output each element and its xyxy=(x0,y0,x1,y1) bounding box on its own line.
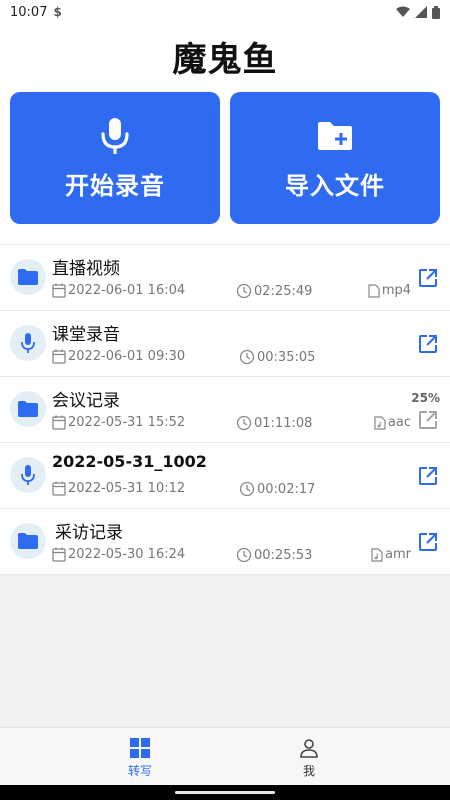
file-duration: 00:35:05 xyxy=(239,349,315,365)
file-format: amr xyxy=(371,547,411,562)
file-list: 直播视频 2022-06-01 16:04 02:25:49 mp4 课堂录音 … xyxy=(0,244,450,575)
external-link-icon xyxy=(419,533,437,551)
file-duration: 00:02:17 xyxy=(239,481,315,497)
file-date-text: 2022-06-01 09:30 xyxy=(68,349,186,364)
bottom-nav: 转写 我 xyxy=(0,727,450,785)
file-title: 课堂录音 xyxy=(52,325,120,345)
file-duration: 01:11:08 xyxy=(236,415,312,431)
audio-file-icon xyxy=(374,415,386,430)
list-item[interactable]: 课堂录音 2022-06-01 09:30 00:35:05 xyxy=(0,311,450,377)
status-icons xyxy=(396,5,440,19)
file-title: 会议记录 xyxy=(52,391,120,411)
tab-transcribe-label: 转写 xyxy=(127,764,152,778)
person-icon xyxy=(300,739,318,758)
microphone-icon xyxy=(100,116,130,156)
start-recording-button[interactable]: 开始录音 xyxy=(10,92,220,224)
file-date: 2022-06-01 16:04 xyxy=(52,283,185,298)
home-indicator[interactable] xyxy=(175,791,275,794)
file-date: 2022-05-30 16:24 xyxy=(52,547,185,562)
file-duration-text: 01:11:08 xyxy=(254,415,313,431)
clock-icon xyxy=(236,283,252,299)
external-link-icon xyxy=(419,411,437,429)
folder-icon xyxy=(10,523,46,559)
clock-icon xyxy=(239,349,255,365)
audio-file-icon xyxy=(371,547,383,562)
file-duration-text: 02:25:49 xyxy=(254,283,313,299)
folder-icon xyxy=(10,391,46,427)
external-link-icon xyxy=(419,335,437,353)
file-date-text: 2022-05-31 10:12 xyxy=(68,481,186,496)
file-date-text: 2022-05-30 16:24 xyxy=(68,547,186,562)
open-external-button[interactable] xyxy=(417,409,439,431)
file-duration-text: 00:35:05 xyxy=(257,349,316,365)
file-date: 2022-06-01 09:30 xyxy=(52,349,185,364)
clock-icon xyxy=(239,481,255,497)
folder-add-icon xyxy=(317,116,353,156)
calendar-icon xyxy=(52,415,66,430)
import-file-label: 导入文件 xyxy=(285,171,385,200)
list-item[interactable]: 直播视频 2022-06-01 16:04 02:25:49 mp4 xyxy=(0,245,450,311)
file-date: 2022-05-31 15:52 xyxy=(52,415,185,430)
gesture-area xyxy=(0,785,450,800)
list-item[interactable]: 采访记录 2022-05-30 16:24 00:25:53 amr xyxy=(0,509,450,575)
grid-icon xyxy=(130,738,150,758)
file-date-text: 2022-06-01 16:04 xyxy=(68,283,186,298)
s-icon: $ xyxy=(53,5,62,19)
tab-transcribe[interactable]: 转写 xyxy=(110,738,170,779)
wifi-icon xyxy=(396,6,410,17)
microphone-icon xyxy=(10,457,46,493)
progress-percent: 25% xyxy=(411,391,440,405)
clock-icon xyxy=(236,415,252,431)
file-date-text: 2022-05-31 15:52 xyxy=(68,415,186,430)
external-link-icon xyxy=(419,467,437,485)
file-title: 2022-05-31_1002 xyxy=(52,452,207,471)
open-external-button[interactable] xyxy=(417,531,439,553)
file-duration: 00:25:53 xyxy=(236,547,312,563)
microphone-icon xyxy=(10,325,46,361)
app-title: 魔鬼鱼 xyxy=(172,40,278,80)
tab-me-label: 我 xyxy=(302,764,315,778)
open-external-button[interactable] xyxy=(417,465,439,487)
open-external-button[interactable] xyxy=(417,333,439,355)
status-bar: 10:07 $ xyxy=(0,0,450,24)
file-format-text: amr xyxy=(385,547,411,562)
import-file-button[interactable]: 导入文件 xyxy=(230,92,440,224)
file-title: 采访记录 xyxy=(55,523,123,543)
file-duration-text: 00:25:53 xyxy=(254,547,313,563)
clock-icon xyxy=(236,547,252,563)
calendar-icon xyxy=(52,349,66,364)
file-format: aac xyxy=(374,415,411,430)
tab-me[interactable]: 我 xyxy=(279,738,339,779)
header-area: 魔鬼鱼 开始录音 导入文件 xyxy=(0,24,450,244)
file-duration: 02:25:49 xyxy=(236,283,312,299)
file-format: mp4 xyxy=(368,283,411,298)
folder-icon xyxy=(10,259,46,295)
battery-icon xyxy=(432,5,440,19)
open-external-button[interactable] xyxy=(417,267,439,289)
external-link-icon xyxy=(419,269,437,287)
calendar-icon xyxy=(52,547,66,562)
list-item[interactable]: 会议记录 2022-05-31 15:52 01:11:08 aac 25% xyxy=(0,377,450,443)
file-duration-text: 00:02:17 xyxy=(257,481,316,497)
status-time: 10:07 xyxy=(10,4,48,20)
file-date: 2022-05-31 10:12 xyxy=(52,481,185,496)
start-recording-label: 开始录音 xyxy=(65,171,165,200)
file-icon xyxy=(368,283,380,298)
calendar-icon xyxy=(52,481,66,496)
file-title: 直播视频 xyxy=(52,259,120,279)
list-item[interactable]: 2022-05-31_1002 2022-05-31 10:12 00:02:1… xyxy=(0,443,450,509)
file-format-text: mp4 xyxy=(381,283,411,298)
calendar-icon xyxy=(52,283,66,298)
file-format-text: aac xyxy=(387,415,411,430)
signal-icon xyxy=(415,6,427,18)
